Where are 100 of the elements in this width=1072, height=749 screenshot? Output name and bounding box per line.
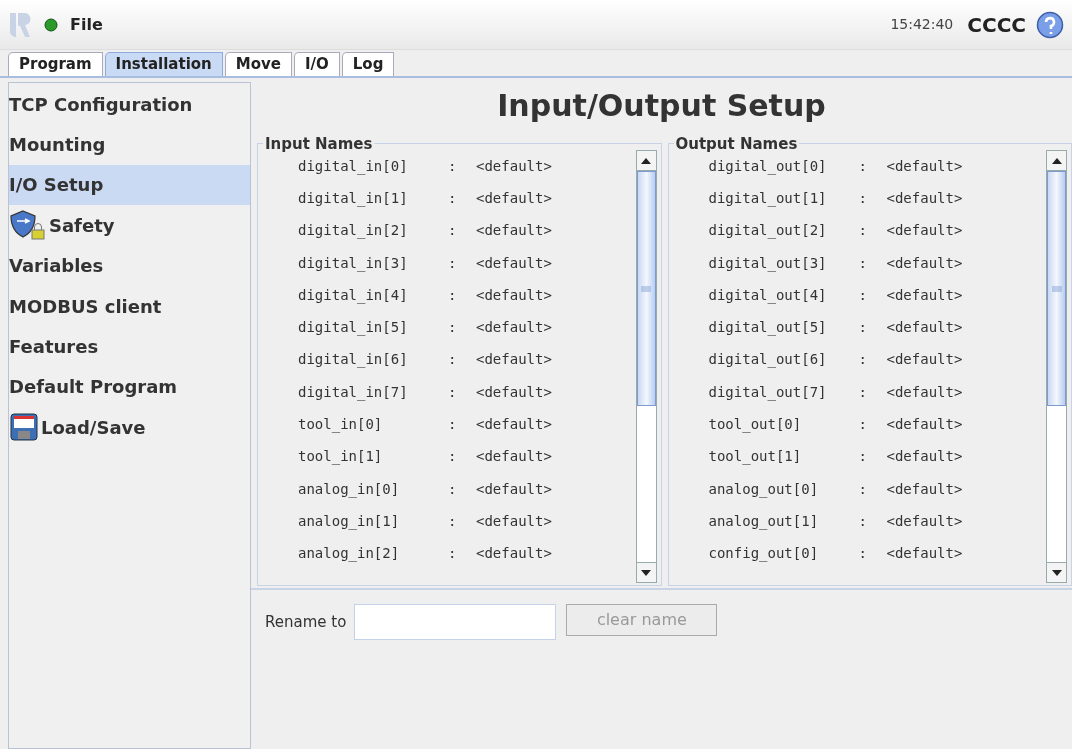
sidebar-item[interactable]: Variables: [9, 245, 250, 286]
io-name: digital_in[6]: [297, 350, 409, 370]
io-name: digital_in[2]: [297, 221, 409, 241]
io-name: digital_in[0]: [297, 156, 409, 177]
tab[interactable]: Installation: [104, 52, 223, 76]
separator: :: [858, 447, 868, 467]
separator: :: [448, 382, 458, 402]
io-name: digital_in[5]: [297, 318, 409, 338]
io-value: <default>: [476, 479, 552, 499]
io-value: <default>: [886, 479, 963, 499]
io-name: digital_out[2]: [707, 221, 828, 241]
separator: :: [858, 479, 868, 499]
scroll-down-icon[interactable]: [1047, 562, 1066, 582]
separator: :: [448, 544, 458, 564]
io-value: <default>: [886, 544, 963, 564]
page-title: Input/Output Setup: [496, 87, 827, 125]
io-name: digital_out[0]: [707, 156, 828, 177]
io-name: digital_in[1]: [297, 188, 409, 209]
io-name: tool_in[0]: [297, 415, 384, 435]
sidebar-item[interactable]: Safety: [9, 205, 250, 246]
io-name: digital_out[4]: [707, 285, 828, 306]
io-value: <default>: [476, 511, 552, 531]
io-value: <default>: [476, 415, 552, 434]
io-name: digital_out[6]: [707, 350, 828, 370]
separator: :: [858, 415, 868, 434]
sidebar-item[interactable]: Mounting: [9, 124, 250, 165]
separator: :: [448, 350, 458, 370]
sidebar-item[interactable]: TCP Configuration: [9, 84, 250, 125]
io-name: digital_in[3]: [297, 253, 409, 274]
io-value: <default>: [476, 382, 552, 402]
separator: :: [448, 188, 458, 208]
io-value: <default>: [476, 221, 552, 241]
separator: :: [448, 479, 458, 499]
io-value: <default>: [886, 350, 963, 370]
io-name: tool_out[0]: [707, 415, 803, 435]
io-value: <default>: [886, 285, 963, 305]
io-name: digital_in[7]: [297, 382, 409, 403]
separator: :: [858, 188, 868, 208]
tab[interactable]: Program: [8, 52, 103, 76]
status-dot-icon: [44, 17, 58, 32]
io-name: analog_out[1]: [707, 511, 820, 532]
io-name: analog_in[2]: [297, 544, 401, 564]
io-value: <default>: [886, 156, 963, 176]
separator: :: [858, 156, 868, 176]
separator: :: [858, 221, 868, 241]
tab[interactable]: Log: [341, 52, 395, 76]
scrollbar[interactable]: [635, 150, 657, 583]
sidebar-item[interactable]: Default Program: [9, 366, 250, 408]
separator: :: [448, 253, 458, 273]
logo-icon: [8, 10, 32, 39]
sidebar-item[interactable]: I/O Setup: [9, 164, 250, 206]
io-name: digital_out[3]: [707, 253, 828, 274]
sidebar-item[interactable]: Load/Save: [9, 407, 250, 448]
io-name: digital_in[4]: [297, 285, 409, 306]
scroll-up-icon[interactable]: [1047, 151, 1066, 171]
separator: :: [448, 511, 458, 531]
separator: :: [448, 447, 458, 467]
io-value: <default>: [476, 544, 552, 564]
io-name: analog_out[0]: [707, 479, 820, 500]
separator: :: [448, 285, 458, 305]
separator: :: [858, 253, 868, 273]
scrollbar[interactable]: [1046, 150, 1067, 583]
scroll-thumb[interactable]: [636, 171, 656, 406]
io-value: <default>: [476, 285, 552, 305]
separator: :: [858, 382, 868, 402]
separator: :: [858, 318, 868, 338]
io-name: analog_in[1]: [297, 511, 401, 532]
separator: :: [858, 511, 868, 531]
io-value: <default>: [476, 253, 552, 273]
io-value: <default>: [886, 415, 963, 434]
tab[interactable]: Move: [224, 52, 292, 76]
sidebar-item[interactable]: Features: [9, 326, 250, 367]
separator: :: [448, 221, 458, 241]
separator: :: [858, 350, 868, 370]
io-name: digital_out[5]: [707, 318, 828, 338]
scroll-thumb[interactable]: [1047, 171, 1066, 406]
rename-label: Rename to: [265, 612, 347, 633]
separator: :: [858, 285, 868, 305]
shield-lock-icon: [9, 210, 47, 241]
file-menu[interactable]: File: [70, 12, 103, 37]
io-value: <default>: [886, 511, 963, 531]
sidebar-item[interactable]: MODBUS client: [9, 285, 250, 327]
scroll-down-icon[interactable]: [636, 562, 656, 582]
io-value: <default>: [886, 221, 963, 241]
scroll-up-icon[interactable]: [636, 151, 656, 171]
separator: :: [858, 544, 868, 564]
io-value: <default>: [886, 447, 963, 467]
io-value: <default>: [476, 156, 552, 176]
io-value: <default>: [476, 318, 552, 338]
tab[interactable]: I/O: [293, 52, 340, 76]
separator: :: [448, 318, 458, 338]
io-name: analog_in[0]: [297, 479, 401, 500]
rename-field[interactable]: [354, 604, 557, 640]
io-value: <default>: [886, 253, 963, 273]
io-name: tool_in[1]: [297, 447, 384, 467]
io-name: digital_out[7]: [707, 382, 828, 403]
io-value: <default>: [886, 318, 963, 338]
io-value: <default>: [476, 447, 552, 467]
io-name: digital_out[1]: [707, 188, 828, 209]
help-icon[interactable]: [1036, 10, 1064, 39]
